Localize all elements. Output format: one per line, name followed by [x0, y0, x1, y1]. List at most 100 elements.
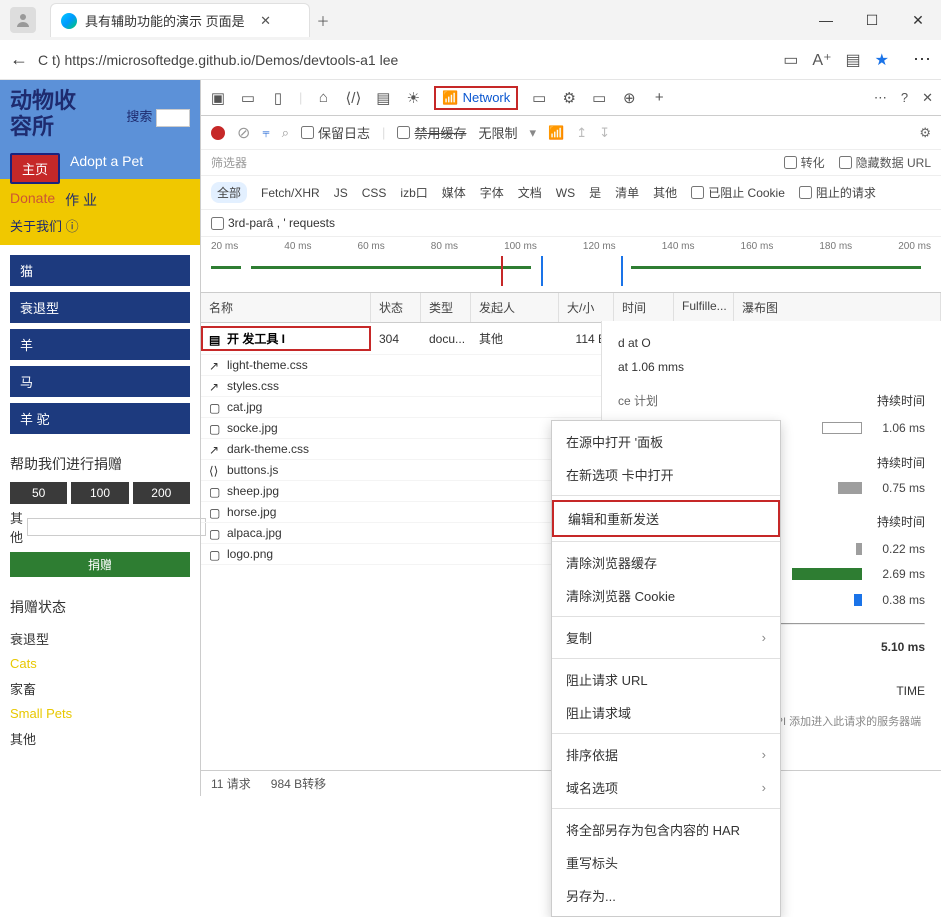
record-button[interactable] — [211, 126, 225, 140]
search-icon[interactable]: ⌕ — [282, 125, 289, 141]
status-item[interactable]: 其他 — [10, 725, 190, 752]
filter-css[interactable]: CSS — [362, 186, 387, 200]
nav-adopt[interactable]: Adopt a Pet — [70, 153, 143, 184]
filter-all[interactable]: 全部 — [211, 182, 247, 203]
col-name[interactable]: 名称 — [201, 293, 371, 322]
col-type[interactable]: 类型 — [421, 293, 471, 322]
filter-other[interactable]: 其他 — [653, 184, 677, 201]
back-button[interactable]: ← — [10, 49, 28, 70]
context-menu-item[interactable]: 重写标头 — [552, 846, 780, 879]
filter-js[interactable]: JS — [334, 186, 348, 200]
wifi-cond-icon[interactable]: 📶 — [548, 125, 564, 141]
invert-checkbox[interactable]: 转化 — [784, 154, 825, 171]
status-item[interactable]: Cats — [10, 652, 190, 675]
more-icon[interactable]: ⋯ — [874, 90, 887, 106]
nav-donate[interactable]: Donate — [10, 190, 55, 210]
col-size[interactable]: 大/小 — [559, 293, 614, 322]
filter-media[interactable]: 媒体 — [442, 184, 466, 201]
elements-icon[interactable]: ⌂ — [314, 89, 332, 106]
status-item[interactable]: 家畜 — [10, 675, 190, 702]
filter-wasm[interactable]: 是 — [589, 184, 601, 201]
timeline-overview[interactable]: 20 ms 40 ms 60 ms 80 ms 100 ms 120 ms 14… — [201, 237, 941, 293]
inspect-icon[interactable]: ▣ — [209, 89, 227, 107]
nav-jobs[interactable]: 作 业 — [65, 190, 97, 210]
disable-cache-checkbox[interactable]: 禁用缓存 — [397, 123, 466, 142]
other-amount-input[interactable] — [27, 518, 206, 536]
context-menu-item[interactable]: 将全部另存为包含内容的 HAR — [552, 813, 780, 846]
cat-item[interactable]: 羊 驼 — [10, 403, 190, 434]
col-status[interactable]: 状态 — [371, 293, 421, 322]
search-input[interactable] — [156, 109, 190, 127]
filter-ws[interactable]: WS — [556, 186, 575, 200]
context-menu-item[interactable]: 编辑和重新发送 — [552, 500, 780, 537]
window-maximize-button[interactable]: ☐ — [849, 0, 895, 40]
blocked-cookie-checkbox[interactable]: 已阻止 Cookie — [691, 184, 785, 201]
status-item[interactable]: 衰退型 — [10, 625, 190, 652]
settings-icon[interactable]: ⚙ — [919, 125, 931, 141]
url-text[interactable]: C t) https://microsoftedge.github.io/Dem… — [38, 52, 773, 68]
filter-doc[interactable]: 文档 — [518, 184, 542, 201]
status-item[interactable]: Small Pets — [10, 702, 190, 725]
col-waterfall[interactable]: 瀑布图 — [734, 293, 941, 322]
bookmark-icon[interactable]: ▭ — [783, 50, 798, 70]
throttle-select[interactable]: 无限制 — [478, 123, 517, 142]
help-icon[interactable]: ? — [901, 90, 908, 105]
performance-icon[interactable]: ▭ — [530, 89, 548, 107]
window-minimize-button[interactable]: — — [803, 0, 849, 40]
context-menu-item[interactable]: 复制› — [552, 621, 780, 654]
amount-200[interactable]: 200 — [133, 482, 190, 504]
device-icon[interactable]: ▭ — [239, 89, 257, 107]
window-close-button[interactable]: ✕ — [895, 0, 941, 40]
hide-data-checkbox[interactable]: 隐藏数据 URL — [839, 154, 931, 171]
sources-icon[interactable]: ⟨/⟩ — [344, 89, 362, 107]
reading-mode-icon[interactable]: A⁺ — [812, 50, 831, 70]
context-menu-item[interactable]: 另存为... — [552, 879, 780, 912]
application-icon[interactable]: ▭ — [590, 89, 608, 107]
amount-50[interactable]: 50 — [10, 482, 67, 504]
filter-fetch[interactable]: Fetch/XHR — [261, 186, 320, 200]
col-initiator[interactable]: 发起人 — [471, 293, 559, 322]
context-menu-item[interactable]: 阻止请求 URL — [552, 663, 780, 696]
cat-item[interactable]: 猫 — [10, 255, 190, 286]
debug-icon[interactable]: ☀ — [404, 89, 422, 107]
filter-toggle-icon[interactable]: ⫧ — [262, 125, 269, 141]
context-menu-item[interactable]: 在源中打开 '面板 — [552, 425, 780, 458]
context-menu-item[interactable]: 阻止请求域 — [552, 696, 780, 729]
context-menu-item[interactable]: 清除浏览器 Cookie — [552, 579, 780, 612]
import-icon[interactable]: ↥ — [576, 125, 587, 141]
cat-item[interactable]: 衰退型 — [10, 292, 190, 323]
add-panel-icon[interactable]: + — [650, 89, 668, 106]
collections-icon[interactable]: ▤ — [846, 50, 861, 70]
context-menu-item[interactable]: 域名选项› — [552, 771, 780, 804]
context-menu-item[interactable]: 排序依据› — [552, 738, 780, 771]
col-time[interactable]: 时间 — [614, 293, 674, 322]
profile-avatar[interactable] — [10, 7, 36, 33]
nav-home[interactable]: 主页 — [10, 153, 60, 184]
filter-font[interactable]: 字体 — [480, 184, 504, 201]
filter-manifest[interactable]: 清单 — [615, 184, 639, 201]
context-menu-item[interactable]: 在新选项 卡中打开 — [552, 458, 780, 491]
filter-input[interactable]: 筛选器 — [211, 154, 247, 171]
console-icon[interactable]: ▤ — [374, 89, 392, 107]
panel-icon[interactable]: ▯ — [269, 89, 287, 107]
browser-tab[interactable]: 具有辅助功能的演示 页面是 ✕ — [50, 3, 310, 37]
network-tab[interactable]: 📶 Network — [434, 86, 518, 110]
context-menu-item[interactable]: 清除浏览器缓存 — [552, 546, 780, 579]
col-fulfilled[interactable]: Fulfille... — [674, 293, 734, 322]
devtools-close-icon[interactable]: ✕ — [922, 90, 933, 106]
filter-izb[interactable]: izb口 — [400, 184, 427, 201]
tab-close-icon[interactable]: ✕ — [253, 13, 279, 29]
export-icon[interactable]: ↧ — [599, 125, 610, 141]
cat-item[interactable]: 马 — [10, 366, 190, 397]
favorite-icon[interactable]: ★ — [875, 50, 889, 70]
memory-icon[interactable]: ⚙ — [560, 89, 578, 107]
nav-about[interactable]: 关于我们 ⓘ — [10, 216, 190, 235]
donate-button[interactable]: 捐赠 — [10, 552, 190, 577]
preserve-log-checkbox[interactable]: 保留日志 — [301, 123, 370, 142]
third-party-checkbox[interactable]: 3rd-parâ , ' requests — [211, 216, 931, 230]
clear-button[interactable]: ⊘ — [237, 123, 250, 143]
blocked-req-checkbox[interactable]: 阻止的请求 — [799, 184, 876, 201]
new-tab-button[interactable]: ＋ — [310, 11, 336, 30]
amount-100[interactable]: 100 — [71, 482, 128, 504]
browser-menu-button[interactable]: ⋯ — [913, 49, 931, 70]
